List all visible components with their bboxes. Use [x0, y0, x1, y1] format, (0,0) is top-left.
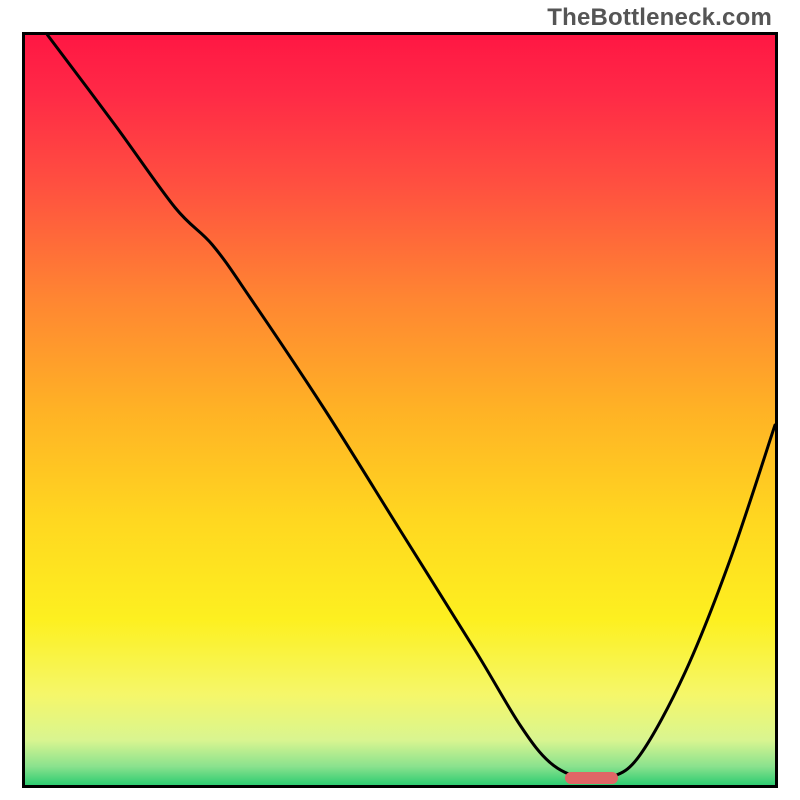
plot-area [25, 35, 775, 785]
chart-container: TheBottleneck.com [0, 0, 800, 800]
watermark-text: TheBottleneck.com [547, 4, 772, 32]
background-gradient [25, 35, 775, 785]
optimum-marker [565, 772, 618, 784]
plot-frame [22, 32, 778, 788]
